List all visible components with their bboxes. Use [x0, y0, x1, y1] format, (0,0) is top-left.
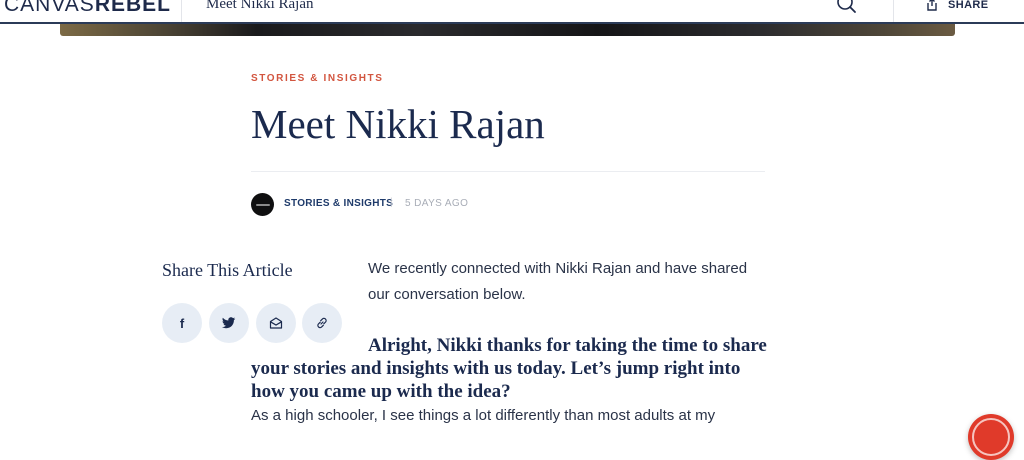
share-button[interactable]: SHARE: [925, 0, 989, 14]
article-intro-paragraph: We recently connected with Nikki Rajan a…: [368, 260, 748, 303]
article-category[interactable]: STORIES & INSIGHTS: [251, 73, 384, 84]
fab-ring: [972, 418, 1010, 456]
email-icon: [269, 317, 283, 329]
share-button-label: SHARE: [948, 0, 989, 11]
logo-light-text: CANVAS: [4, 0, 95, 16]
facebook-icon: f: [179, 315, 185, 331]
share-twitter-button[interactable]: [209, 303, 249, 343]
topbar-divider-right: [893, 0, 894, 22]
author-avatar[interactable]: [251, 193, 274, 216]
share-facebook-button[interactable]: f: [162, 303, 202, 343]
topbar-divider: [181, 0, 182, 22]
hero-image: [60, 24, 955, 36]
floating-action-button[interactable]: [968, 414, 1014, 460]
share-icon: [927, 0, 937, 11]
byline-separator: |: [390, 197, 393, 208]
search-button[interactable]: [834, 0, 860, 16]
byline-author-link[interactable]: STORIES & INSIGHTS: [284, 198, 393, 209]
interview-question: Alright, Nikki thanks for taking the tim…: [251, 335, 767, 402]
canvasrebel-logo[interactable]: CANVASREBEL: [4, 0, 171, 17]
search-icon: [837, 0, 856, 13]
share-article-heading: Share This Article: [162, 260, 293, 280]
topbar-article-title: Meet Nikki Rajan: [206, 0, 314, 12]
avatar-logo-mark: [255, 203, 270, 206]
interview-answer-paragraph: As a high schooler, I see things a lot d…: [251, 407, 716, 424]
link-icon: [317, 317, 327, 329]
logo-bold-text: REBEL: [94, 0, 171, 16]
article-headline: Meet Nikki Rajan: [251, 101, 545, 147]
twitter-icon: [222, 317, 236, 329]
byline-date: 5 DAYS AGO: [405, 198, 469, 209]
headline-divider: [251, 171, 765, 172]
top-navigation-bar: CANVASREBEL Meet Nikki Rajan SHARE: [0, 0, 1024, 26]
